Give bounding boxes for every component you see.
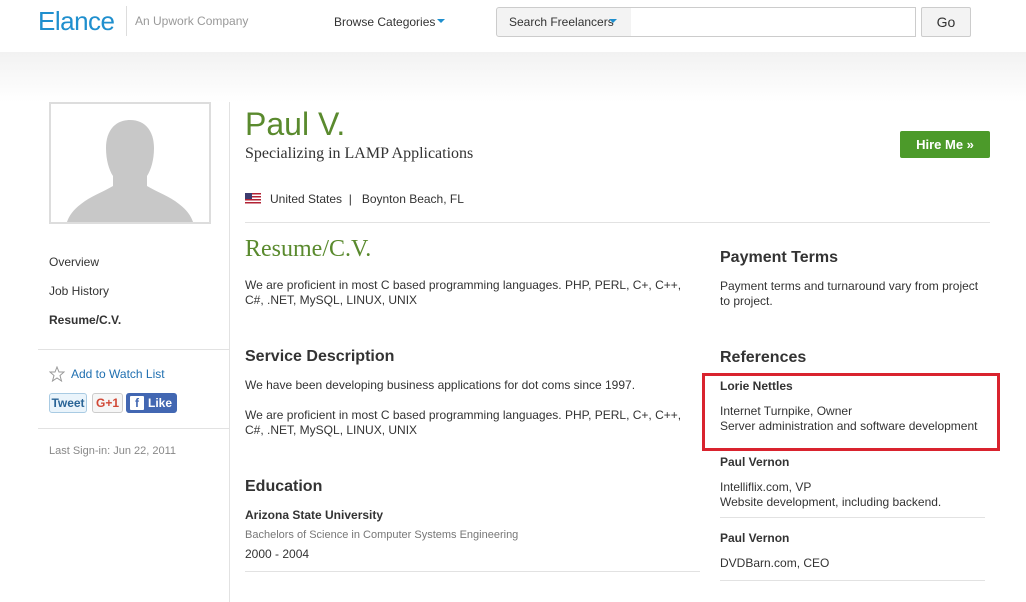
divider — [245, 222, 990, 223]
browse-categories-menu[interactable]: Browse Categories — [334, 15, 435, 29]
references-heading: References — [720, 349, 807, 366]
profile-specialty: Specializing in LAMP Applications — [245, 145, 474, 162]
google-plus-button[interactable]: G+1 — [92, 393, 123, 413]
watch-list-label: Add to Watch List — [71, 367, 165, 381]
education-school: Arizona State University — [245, 508, 384, 522]
service-description-heading: Service Description — [245, 348, 395, 365]
hire-me-button[interactable]: Hire Me » — [900, 131, 990, 158]
star-icon — [49, 366, 65, 382]
profile-location: United States | Boynton Beach, FL — [270, 192, 464, 206]
go-button[interactable]: Go — [921, 7, 971, 37]
header-gradient — [0, 52, 1026, 102]
service-text-1: We have been developing business applica… — [245, 378, 636, 392]
reference-name: Paul Vernon — [720, 455, 790, 469]
divider — [38, 428, 229, 429]
facebook-like-button[interactable]: f Like — [126, 393, 177, 413]
profile-name: Paul V. — [245, 106, 346, 142]
site-header: Elance An Upwork Company Browse Categori… — [0, 0, 1026, 52]
sidebar-item-overview[interactable]: Overview — [49, 255, 99, 269]
logo-tagline: An Upwork Company — [135, 14, 249, 28]
education-degree: Bachelors of Science in Computer Systems… — [245, 529, 519, 541]
payment-terms-text: Payment terms and turnaround vary from p… — [720, 279, 979, 308]
reference-highlight-box — [702, 373, 1000, 451]
like-label: Like — [148, 396, 173, 410]
resume-title: Resume/C.V. — [245, 236, 372, 262]
logo-divider — [126, 6, 127, 36]
chevron-down-icon[interactable] — [609, 19, 617, 23]
divider — [720, 580, 985, 581]
reference-name: Paul Vernon — [720, 531, 790, 545]
elance-logo[interactable]: Elance — [38, 6, 115, 37]
reference-role: DVDBarn.com, CEO — [720, 556, 830, 570]
divider — [38, 349, 229, 350]
us-flag-icon — [245, 193, 261, 204]
avatar — [49, 102, 211, 224]
sidebar-item-resume[interactable]: Resume/C.V. — [49, 313, 121, 327]
last-signin: Last Sign-in: Jun 22, 2011 — [49, 445, 176, 457]
education-heading: Education — [245, 478, 323, 495]
tweet-button[interactable]: Tweet — [49, 393, 87, 413]
education-years: 2000 - 2004 — [245, 547, 310, 561]
reference-description: Website development, including backend. — [720, 495, 942, 509]
service-text-2: We are proficient in most C based progra… — [245, 408, 682, 437]
person-silhouette-icon — [67, 120, 193, 222]
divider — [720, 517, 985, 518]
reference-role: Intelliflix.com, VP — [720, 480, 812, 494]
search-input[interactable] — [631, 7, 916, 37]
chevron-down-icon[interactable] — [437, 19, 445, 23]
resume-text: We are proficient in most C based progra… — [245, 278, 682, 307]
add-to-watch-list-link[interactable]: Add to Watch List — [49, 366, 165, 382]
facebook-icon: f — [130, 396, 144, 410]
divider — [245, 571, 700, 572]
payment-terms-heading: Payment Terms — [720, 249, 838, 266]
column-divider — [229, 102, 230, 602]
sidebar-item-job-history[interactable]: Job History — [49, 284, 109, 298]
